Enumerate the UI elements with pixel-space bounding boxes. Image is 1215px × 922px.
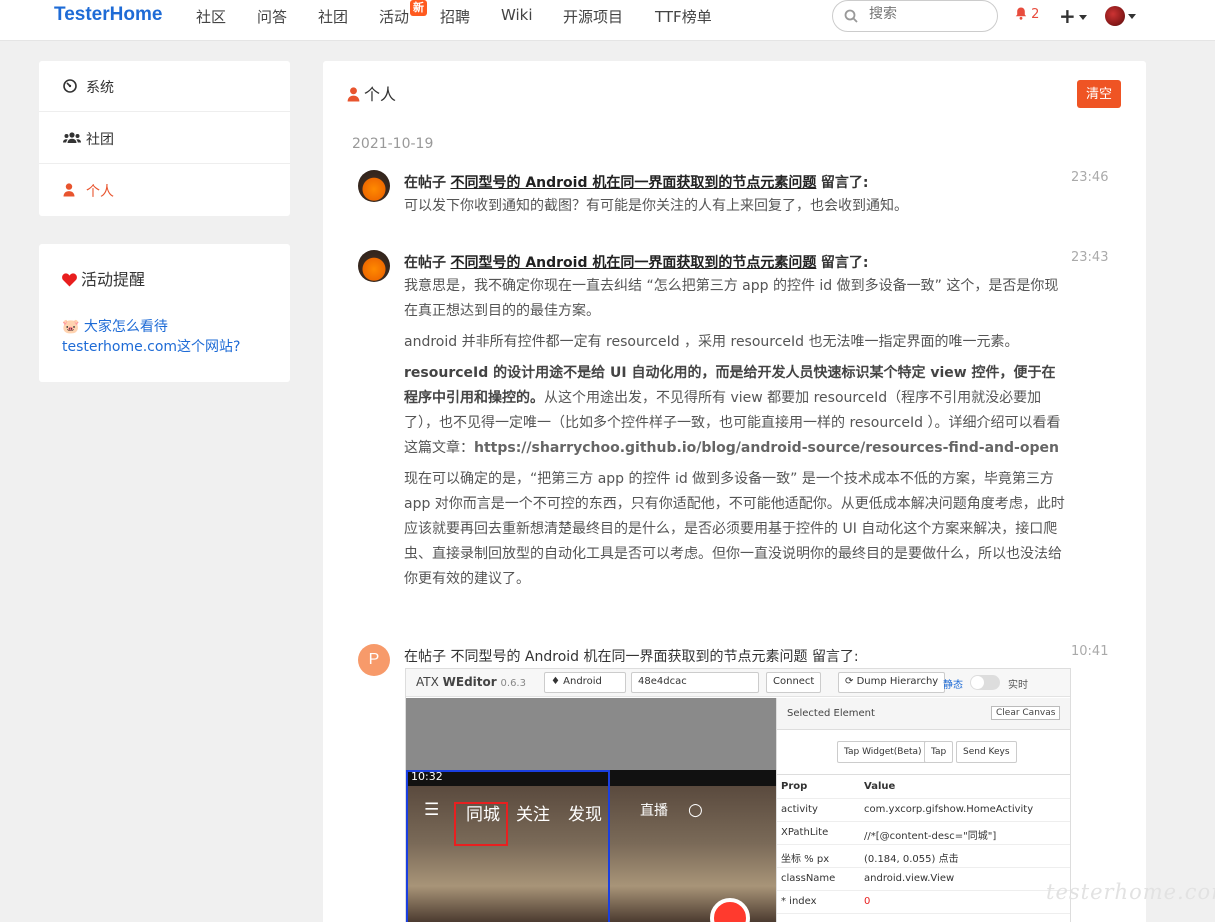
- notification-count: 2: [1031, 7, 1040, 22]
- notification-type-menu: 系统 社团 个人: [39, 61, 290, 216]
- nav-clubs[interactable]: 社团: [318, 6, 348, 27]
- hierarchy-box: [406, 770, 610, 922]
- connect-button: Connect: [766, 672, 822, 693]
- nav-open-source[interactable]: 开源项目: [563, 6, 623, 27]
- sidebar-item-label: 系统: [86, 80, 114, 96]
- weditor-toolbar: ATX WEditor 0.6.3 ♦ Android 48e4dcac Con…: [406, 669, 1070, 697]
- pig-emoji-icon: 🐷: [62, 319, 80, 335]
- attached-screenshot[interactable]: ATX WEditor 0.6.3 ♦ Android 48e4dcac Con…: [405, 668, 1071, 922]
- notification-time: 23:43: [1071, 250, 1109, 265]
- search-input[interactable]: [869, 6, 989, 22]
- user-icon: [347, 87, 360, 102]
- notification-header: 在帖子 不同型号的 Android 机在同一界面获取到的节点元素问题 留言了:: [404, 255, 869, 271]
- chevron-down-icon: [1078, 15, 1087, 20]
- activity-reminder-title: 活动提醒: [62, 266, 145, 290]
- clear-button[interactable]: 清空: [1077, 80, 1121, 108]
- activity-reminder-panel: 活动提醒 🐷 大家怎么看待 testerhome.com这个网站?: [39, 244, 290, 382]
- dashboard-icon: [63, 79, 77, 93]
- notification-item: 在帖子 不同型号的 Android 机在同一界面获取到的节点元素问题 留言了: …: [358, 170, 1108, 220]
- top-navbar: TesterHome 社区 问答 社团 活动 新 招聘 Wiki 开源项目 TT…: [0, 0, 1215, 41]
- nav-qa[interactable]: 问答: [257, 6, 287, 27]
- notification-time: 23:46: [1071, 170, 1109, 185]
- sidebar-item-clubs[interactable]: 社团: [39, 113, 290, 164]
- new-item-menu[interactable]: +: [1059, 4, 1087, 28]
- date-heading: 2021-10-19: [352, 136, 434, 152]
- avatar: [1105, 6, 1125, 26]
- dump-hierarchy-button: ⟳ Dump Hierarchy: [838, 672, 946, 693]
- users-icon: [63, 132, 81, 143]
- notification-body: 可以发下你收到通知的截图？有可能是你关注的人有上来回复了，也会收到通知。: [404, 198, 908, 214]
- element-inspector: Selected Element Clear Canvas Tap Widget…: [776, 698, 1070, 922]
- watermark: testerhome.com: [1046, 880, 1215, 904]
- article-link[interactable]: https://sharrychoo.github.io/blog/androi…: [474, 440, 1059, 456]
- heart-icon: [62, 273, 77, 287]
- notifications-panel: 个人 清空 2021-10-19 在帖子 不同型号的 Android 机在同一界…: [323, 61, 1146, 922]
- mode-toggle: [970, 675, 1000, 690]
- notification-item: 在帖子 不同型号的 Android 机在同一界面获取到的节点元素问题 留言了: …: [358, 250, 1108, 630]
- record-button: [710, 898, 750, 922]
- plus-icon: +: [1059, 4, 1076, 28]
- notification-body: 我意思是，我不确定你现在一直去纠结 “怎么把第三方 app 的控件 id 做到多…: [404, 278, 1065, 587]
- activity-link[interactable]: 🐷 大家怎么看待 testerhome.com这个网站?: [62, 317, 272, 357]
- user-icon: [63, 183, 75, 197]
- post-link[interactable]: 不同型号的 Android 机在同一界面获取到的节点元素问题: [450, 255, 816, 271]
- notification-header: 在帖子 不同型号的 Android 机在同一界面获取到的节点元素问题 留言了:: [404, 649, 859, 665]
- chevron-down-icon: [1128, 13, 1136, 19]
- avatar[interactable]: P: [358, 644, 390, 676]
- notification-header: 在帖子 不同型号的 Android 机在同一界面获取到的节点元素问题 留言了:: [404, 175, 869, 191]
- bell-icon: [1015, 7, 1027, 20]
- search-box[interactable]: [832, 0, 998, 32]
- page-title: 个人: [347, 81, 396, 105]
- notifications-button[interactable]: 2: [1015, 7, 1039, 22]
- post-link[interactable]: 不同型号的 Android 机在同一界面获取到的节点元素问题: [450, 649, 807, 665]
- avatar[interactable]: [358, 170, 390, 202]
- brand-logo[interactable]: TesterHome: [54, 4, 162, 26]
- refresh-icon: ⟳: [845, 676, 857, 687]
- new-badge: 新: [410, 0, 427, 16]
- avatar[interactable]: [358, 250, 390, 282]
- post-link[interactable]: 不同型号的 Android 机在同一界面获取到的节点元素问题: [450, 175, 816, 191]
- serial-field: 48e4dcac: [631, 672, 759, 693]
- nav-community[interactable]: 社区: [196, 6, 226, 27]
- user-menu[interactable]: [1105, 6, 1136, 26]
- sidebar-item-personal[interactable]: 个人: [39, 165, 290, 216]
- nav-events[interactable]: 活动: [379, 6, 409, 27]
- sidebar-item-label: 个人: [86, 184, 114, 200]
- nav-wiki[interactable]: Wiki: [501, 6, 533, 24]
- android-icon: ♦: [551, 676, 564, 687]
- phone-preview: 10:32 ☰ 同城 关注 发现 直播 ○: [406, 698, 776, 922]
- search-icon: [844, 9, 858, 23]
- platform-select: ♦ Android: [544, 672, 626, 693]
- nav-jobs[interactable]: 招聘: [440, 6, 470, 27]
- sidebar-item-system[interactable]: 系统: [39, 61, 290, 112]
- notification-time: 10:41: [1071, 644, 1109, 659]
- sidebar-item-label: 社团: [86, 132, 114, 148]
- nav-ttf-ranking[interactable]: TTF榜单: [655, 6, 712, 27]
